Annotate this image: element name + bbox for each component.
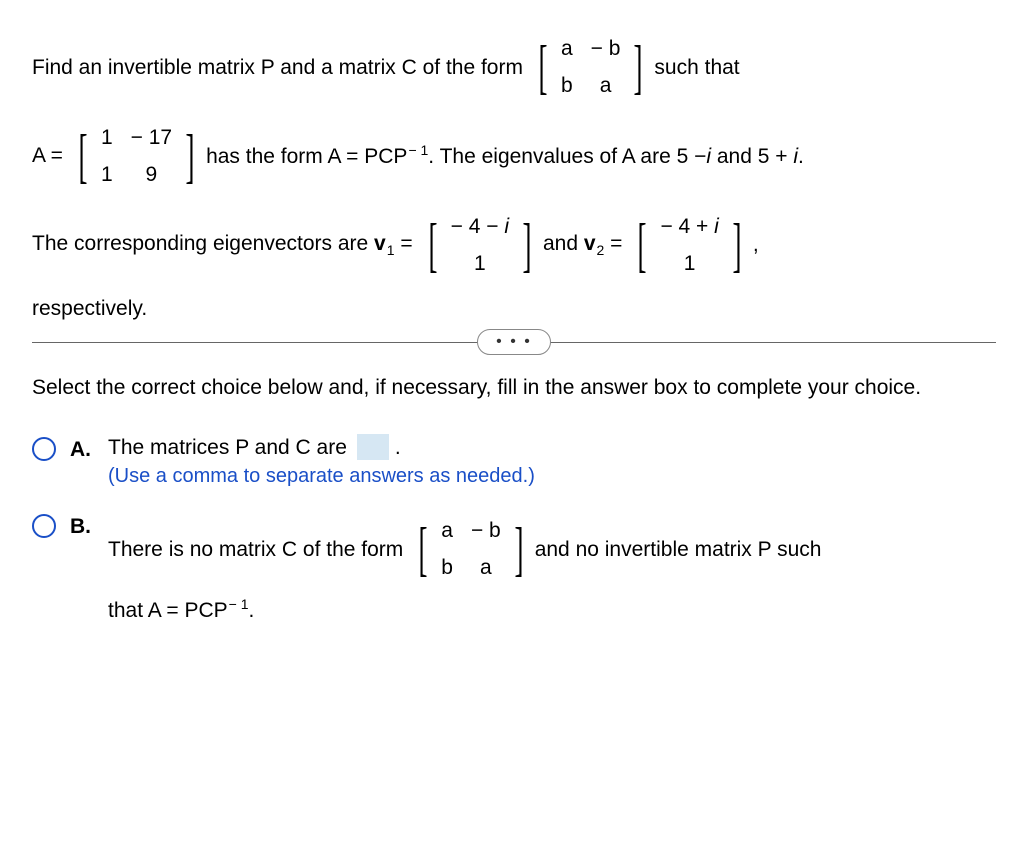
cell: a bbox=[471, 553, 501, 582]
cell: b bbox=[441, 553, 453, 582]
bracket-left: [ bbox=[638, 219, 647, 271]
text: that A = PCP− 1. bbox=[108, 595, 254, 625]
A-matrix: [ 1 − 17 1 9 ] bbox=[73, 117, 200, 196]
choice-a-row: A. The matrices P and C are . (Use a com… bbox=[32, 431, 996, 490]
cell: 1 bbox=[101, 160, 113, 189]
problem-line-4: respectively. bbox=[32, 294, 996, 323]
text: A = bbox=[32, 141, 63, 170]
problem-line-1: Find an invertible matrix P and a matrix… bbox=[32, 28, 996, 107]
v1-matrix: [ − 4 − i 1 ] bbox=[423, 206, 537, 285]
cell: 1 bbox=[660, 249, 718, 278]
choices: A. The matrices P and C are . (Use a com… bbox=[32, 431, 996, 626]
form-matrix: [ a − b b a ] bbox=[533, 28, 648, 107]
cell: a bbox=[561, 34, 573, 63]
text: There is no matrix C of the form bbox=[108, 535, 403, 564]
cell: − b bbox=[471, 516, 501, 545]
bracket-right: ] bbox=[522, 219, 531, 271]
bracket-right: ] bbox=[732, 219, 741, 271]
cell: 1 bbox=[101, 123, 113, 152]
cell: 1 bbox=[451, 249, 509, 278]
text: has the form A = PCP− 1. The eigenvalues… bbox=[206, 141, 804, 171]
bracket-right: ] bbox=[634, 41, 643, 93]
instruction-text: Select the correct choice below and, if … bbox=[32, 373, 996, 402]
cell: − 17 bbox=[131, 123, 172, 152]
bracket-right: ] bbox=[186, 130, 195, 182]
form-matrix-b: [ a − b b a ] bbox=[413, 510, 528, 589]
choice-b-body: There is no matrix C of the form [ a − b… bbox=[108, 510, 996, 625]
v2-matrix: [ − 4 + i 1 ] bbox=[632, 206, 746, 285]
choice-a-body: The matrices P and C are . (Use a comma … bbox=[108, 433, 996, 490]
choice-a-hint: (Use a comma to separate answers as need… bbox=[108, 462, 996, 490]
problem-line-2: A = [ 1 − 17 1 9 ] has the form A = PCP−… bbox=[32, 117, 996, 196]
cell: a bbox=[591, 71, 621, 100]
answer-input[interactable] bbox=[357, 434, 389, 460]
problem-line-3: The corresponding eigenvectors are v1 = … bbox=[32, 206, 996, 285]
radio-b[interactable] bbox=[32, 514, 56, 538]
choice-b-label: B. bbox=[70, 512, 98, 541]
expand-button[interactable]: • • • bbox=[477, 329, 551, 355]
cell: − 4 + i bbox=[660, 212, 718, 241]
choice-a-label: A. bbox=[70, 435, 98, 464]
intro-text-2: such that bbox=[654, 53, 739, 82]
text: and no invertible matrix P such bbox=[535, 535, 822, 564]
cell: − 4 − i bbox=[451, 212, 509, 241]
bracket-right: ] bbox=[514, 523, 523, 575]
bracket-left: [ bbox=[428, 219, 437, 271]
expand-button-container: • • • bbox=[32, 329, 996, 355]
cell: 9 bbox=[131, 160, 172, 189]
radio-a[interactable] bbox=[32, 437, 56, 461]
comma: , bbox=[753, 230, 759, 259]
text: and v2 = bbox=[543, 229, 622, 261]
text: The corresponding eigenvectors are v1 = bbox=[32, 229, 413, 261]
bracket-left: [ bbox=[538, 41, 547, 93]
choice-b-row: B. There is no matrix C of the form [ a … bbox=[32, 508, 996, 625]
period: . bbox=[395, 433, 401, 462]
cell: b bbox=[561, 71, 573, 100]
text: The matrices P and C are bbox=[108, 433, 347, 462]
bracket-left: [ bbox=[78, 130, 87, 182]
cell: a bbox=[441, 516, 453, 545]
text: respectively. bbox=[32, 294, 147, 323]
bracket-left: [ bbox=[419, 523, 428, 575]
cell: − b bbox=[591, 34, 621, 63]
intro-text-1: Find an invertible matrix P and a matrix… bbox=[32, 53, 523, 82]
